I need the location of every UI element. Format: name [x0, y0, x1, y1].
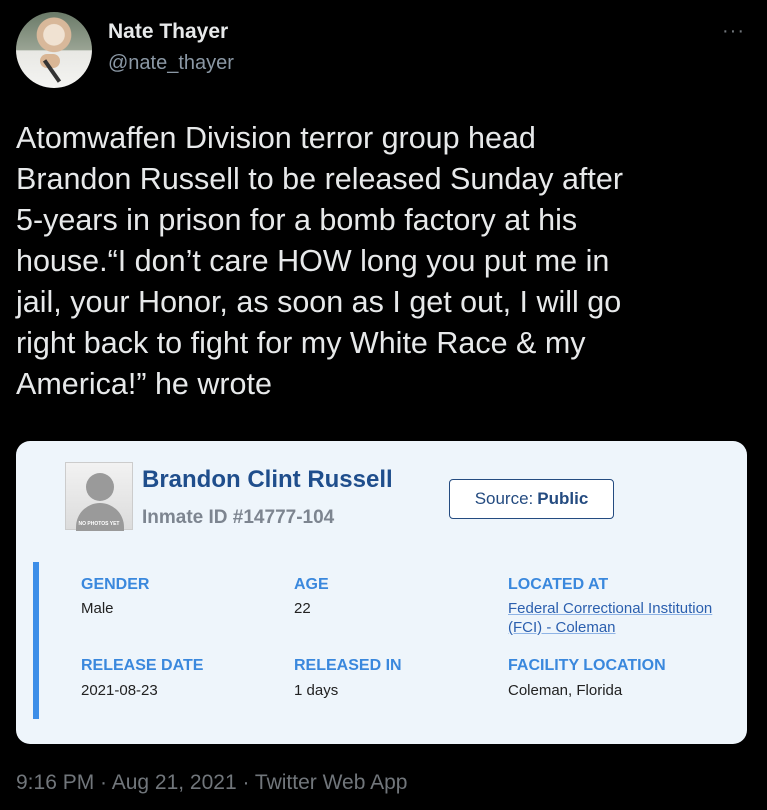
facility-location-value: Coleman, Florida	[508, 682, 623, 699]
author-name[interactable]: Nate Thayer	[108, 20, 228, 44]
released-in-value: 1 days	[294, 682, 339, 699]
located-at-link[interactable]: Federal Correctional Institution (FCI) -…	[508, 599, 718, 637]
source-value: Public	[537, 489, 589, 508]
source-label: Source:	[474, 489, 534, 508]
tweet-text: Atomwaffen Division terror group head Br…	[16, 121, 623, 401]
inmate-card[interactable]: NO PHOTOS YET Brandon Clint Russell Inma…	[16, 441, 747, 744]
release-date-value: 2021-08-23	[81, 682, 158, 699]
release-date-label: RELEASE DATE	[81, 657, 204, 674]
more-dots-icon[interactable]: ···	[722, 21, 745, 41]
inmate-id: Inmate ID #14777-104	[142, 507, 335, 528]
source-badge: Source: Public	[449, 479, 614, 519]
person-silhouette-icon	[86, 473, 114, 501]
facility-location-label: FACILITY LOCATION	[508, 657, 666, 674]
inmate-photo-placeholder: NO PHOTOS YET	[65, 462, 133, 531]
released-in-label: RELEASED IN	[294, 657, 402, 674]
tweet-timestamp[interactable]: 9:16 PM · Aug 21, 2021 · Twitter Web App	[16, 771, 407, 795]
age-label: AGE	[294, 576, 329, 593]
age-value: 22	[294, 600, 311, 617]
gender-value: Male	[81, 600, 114, 617]
gender-label: GENDER	[81, 576, 150, 593]
photo-caption: NO PHOTOS YET	[78, 521, 120, 527]
author-avatar[interactable]	[16, 12, 92, 88]
accent-bar	[33, 562, 39, 719]
author-handle[interactable]: @nate_thayer	[108, 52, 234, 75]
located-at-label: LOCATED AT	[508, 576, 609, 593]
inmate-name: Brandon Clint Russell	[142, 466, 393, 493]
